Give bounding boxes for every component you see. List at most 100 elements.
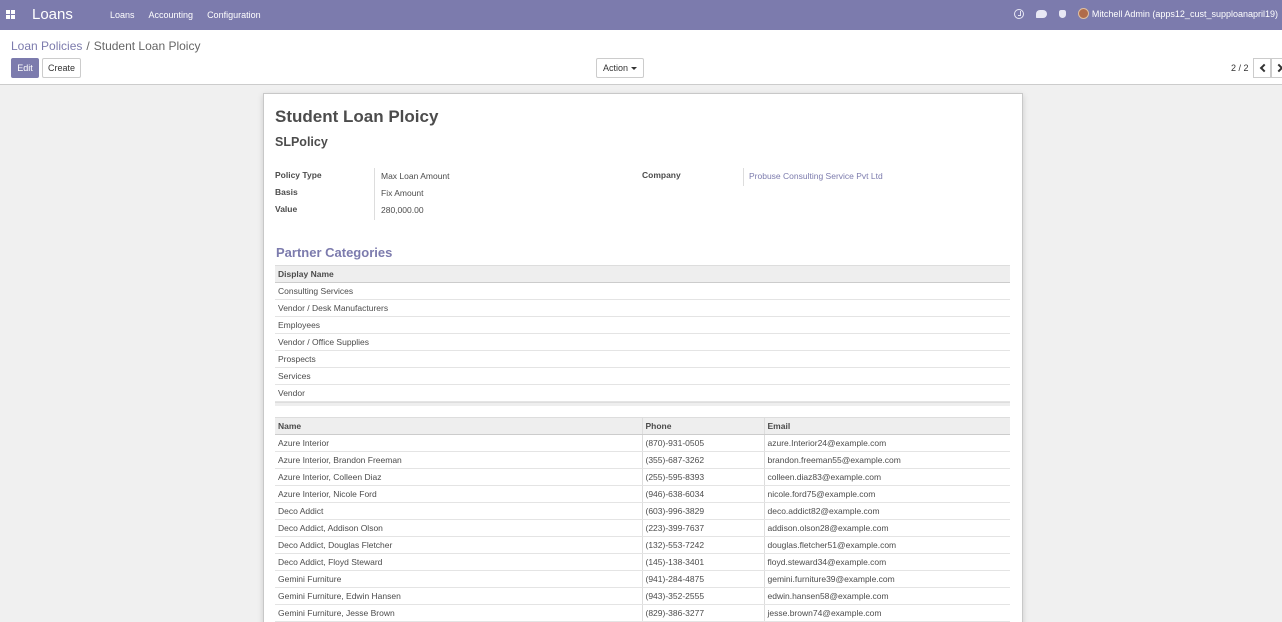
partner-email: jesse.brown74@example.com xyxy=(763,604,1010,622)
table-row[interactable]: Azure Interior (870)-931-0505 azure.Interi… xyxy=(275,434,1010,452)
partner-phone: (145)-138-3401 xyxy=(641,553,764,571)
table-row[interactable]: Deco Addict, Douglas Fletcher (132)-553-7… xyxy=(275,536,1010,554)
partner-email: addison.olson28@example.com xyxy=(763,519,1010,537)
table-row[interactable]: Azure Interior, Nicole Ford (946)-638-603… xyxy=(275,485,1010,503)
breadcrumb-loan-policies[interactable]: Loan Policies xyxy=(11,39,82,53)
breadcrumb-separator: / xyxy=(86,39,90,53)
form-sheet: Student Loan Ploicy SLPolicy Policy Type… xyxy=(263,93,1023,622)
partner-phone: (355)-687-3262 xyxy=(641,451,764,469)
record-code: SLPolicy xyxy=(275,135,328,149)
company-link[interactable]: Probuse Consulting Service Pvt Ltd xyxy=(749,171,883,181)
partner-phone: (603)-996-3829 xyxy=(641,502,764,520)
record-title: Student Loan Ploicy xyxy=(275,107,439,126)
partner-email: colleen.diaz83@example.com xyxy=(763,468,1010,486)
name-header[interactable]: Name xyxy=(275,417,642,435)
basis-value: Fix Amount xyxy=(381,188,424,198)
table-row[interactable]: Gemini Furniture (941)-284-4875 gemini.fur… xyxy=(275,570,1010,588)
pager-value[interactable]: 2 / 2 xyxy=(1231,63,1249,73)
category-cell: Services xyxy=(275,367,1010,385)
value-label: Value xyxy=(275,204,298,214)
field-divider xyxy=(374,168,375,220)
company-label: Company xyxy=(642,170,681,180)
categories-table-footer xyxy=(275,402,1010,406)
menu-item-configuration[interactable]: Configuration xyxy=(207,10,261,20)
policy-type-value: Max Loan Amount xyxy=(381,171,450,181)
basis-label: Basis xyxy=(275,187,298,197)
apps-menu-icon[interactable] xyxy=(6,10,15,19)
table-row[interactable]: Azure Interior, Brandon Freeman (355)-687… xyxy=(275,451,1010,469)
partner-phone: (941)-284-4875 xyxy=(641,570,764,588)
main-menu: Loans Accounting Configuration xyxy=(110,10,261,20)
partner-name: Gemini Furniture, Edwin Hansen xyxy=(275,587,642,605)
pager-previous-button[interactable] xyxy=(1253,58,1271,78)
category-cell: Vendor / Office Supplies xyxy=(275,333,1010,351)
phone-header[interactable]: Phone xyxy=(641,417,764,435)
menu-item-loans[interactable]: Loans xyxy=(110,10,135,20)
partner-email: douglas.fletcher51@example.com xyxy=(763,536,1010,554)
category-cell: Employees xyxy=(275,316,1010,334)
pager-next-button[interactable] xyxy=(1271,58,1282,78)
menu-item-accounting[interactable]: Accounting xyxy=(149,10,194,20)
partner-email: azure.Interior24@example.com xyxy=(763,434,1010,452)
create-button[interactable]: Create xyxy=(42,58,81,78)
breadcrumb-current: Student Loan Ploicy xyxy=(93,39,201,53)
debug-bug-icon[interactable] xyxy=(1058,10,1066,18)
app-brand: Loans xyxy=(32,6,73,23)
table-row[interactable]: Vendor / Desk Manufacturers xyxy=(275,299,1010,317)
table-row[interactable]: Consulting Services xyxy=(275,282,1010,300)
table-row[interactable]: Deco Addict, Floyd Steward (145)-138-3401… xyxy=(275,553,1010,571)
table-row[interactable]: Gemini Furniture, Edwin Hansen (943)-352-… xyxy=(275,587,1010,605)
activity-clock-icon[interactable] xyxy=(1013,8,1024,19)
table-row[interactable]: Services xyxy=(275,367,1010,385)
partner-name: Deco Addict, Floyd Steward xyxy=(275,553,642,571)
user-menu[interactable]: Mitchell Admin (apps12_cust_supploanapri… xyxy=(1092,9,1278,19)
table-row[interactable]: Gemini Furniture, Jesse Brown (829)-386-3… xyxy=(275,604,1010,622)
partner-name: Azure Interior xyxy=(275,434,642,452)
category-cell: Vendor / Desk Manufacturers xyxy=(275,299,1010,317)
partner-email: floyd.steward34@example.com xyxy=(763,553,1010,571)
partner-name: Deco Addict xyxy=(275,502,642,520)
category-cell: Prospects xyxy=(275,350,1010,368)
table-row[interactable]: Vendor / Office Supplies xyxy=(275,333,1010,351)
partner-phone: (946)-638-6034 xyxy=(641,485,764,503)
table-row[interactable]: Deco Addict (603)-996-3829 deco.addict82@e… xyxy=(275,502,1010,520)
action-label: Action xyxy=(602,63,628,73)
table-row[interactable]: Deco Addict, Addison Olson (223)-399-7637… xyxy=(275,519,1010,537)
table-row[interactable]: Vendor xyxy=(275,384,1010,402)
partner-categories-table: Display Name Consulting Services Vendor … xyxy=(275,265,1010,402)
control-panel: Loan Policies / Student Loan Ploicy Edit C… xyxy=(0,30,1282,85)
partner-email: deco.addict82@example.com xyxy=(763,502,1010,520)
display-name-header[interactable]: Display Name xyxy=(275,265,1010,283)
table-row[interactable]: Employees xyxy=(275,316,1010,334)
messaging-chat-icon[interactable] xyxy=(1035,10,1047,18)
partner-phone: (943)-352-2555 xyxy=(641,587,764,605)
partner-name: Azure Interior, Nicole Ford xyxy=(275,485,642,503)
systray: Mitchell Admin (apps12_cust_supploanapri… xyxy=(1013,8,1278,19)
email-header[interactable]: Email xyxy=(763,417,1010,435)
company-divider xyxy=(743,168,744,186)
breadcrumb: Loan Policies / Student Loan Ploicy xyxy=(11,39,200,53)
partner-phone: (223)-399-7637 xyxy=(641,519,764,537)
partners-table: Name Phone Email Azure Interior (870)-931… xyxy=(275,417,1010,622)
table-row[interactable]: Prospects xyxy=(275,350,1010,368)
partner-phone: (870)-931-0505 xyxy=(641,434,764,452)
user-avatar[interactable] xyxy=(1077,8,1089,19)
partner-name: Gemini Furniture, Jesse Brown xyxy=(275,604,642,622)
partner-phone: (255)-595-8393 xyxy=(641,468,764,486)
partner-categories-title: Partner Categories xyxy=(276,245,393,260)
partner-email: edwin.hansen58@example.com xyxy=(763,587,1010,605)
edit-button[interactable]: Edit xyxy=(11,58,39,78)
partner-phone: (829)-386-3277 xyxy=(641,604,764,622)
chevron-left-icon xyxy=(1259,63,1269,73)
category-cell: Consulting Services xyxy=(275,282,1010,300)
action-dropdown[interactable]: Action xyxy=(596,58,644,78)
partner-name: Gemini Furniture xyxy=(275,570,642,588)
partner-email: gemini.furniture39@example.com xyxy=(763,570,1010,588)
table-row[interactable]: Azure Interior, Colleen Diaz (255)-595-83… xyxy=(275,468,1010,486)
partner-email: nicole.ford75@example.com xyxy=(763,485,1010,503)
partner-name: Deco Addict, Douglas Fletcher xyxy=(275,536,642,554)
partner-name: Azure Interior, Brandon Freeman xyxy=(275,451,642,469)
chevron-right-icon xyxy=(1274,63,1282,73)
partner-email: brandon.freeman55@example.com xyxy=(763,451,1010,469)
value-amount: 280,000.00 xyxy=(381,205,424,215)
